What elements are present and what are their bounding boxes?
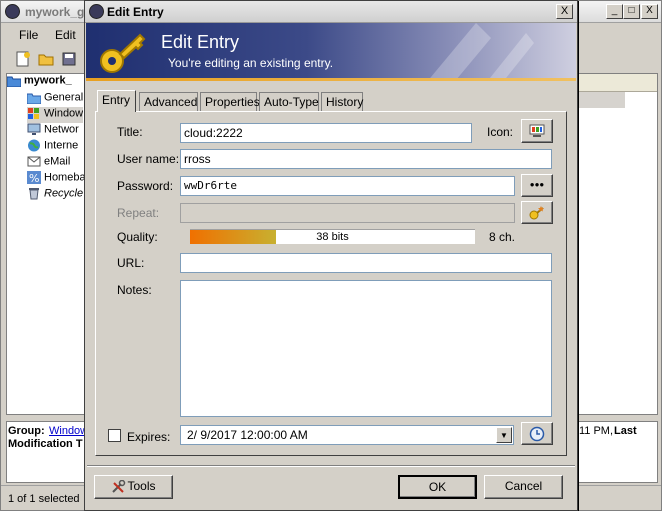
expires-label: Expires: bbox=[127, 430, 171, 444]
entry-list bbox=[576, 73, 658, 415]
banner-title: Edit Entry bbox=[161, 32, 240, 52]
expiry-date-value: 2/ 9/2017 12:00:00 AM bbox=[187, 428, 308, 442]
tree-item-label: Networ bbox=[44, 123, 79, 136]
percent-icon: % bbox=[27, 171, 41, 184]
main-close-button[interactable]: X bbox=[641, 4, 658, 19]
key-generator-icon bbox=[529, 206, 544, 220]
url-input[interactable] bbox=[180, 253, 552, 273]
repeat-label: Repeat: bbox=[117, 206, 160, 220]
title-input[interactable]: cloud:2222 bbox=[180, 123, 472, 143]
entry-list-header bbox=[577, 74, 657, 92]
show-password-button[interactable]: ●●● bbox=[521, 174, 553, 197]
tree-item-label: Interne bbox=[44, 139, 79, 152]
url-label: URL: bbox=[117, 256, 145, 270]
folder-icon bbox=[27, 93, 41, 104]
dialog-title: Edit Entry bbox=[107, 5, 164, 19]
expiry-presets-button[interactable] bbox=[521, 422, 553, 445]
open-folder-icon[interactable] bbox=[38, 51, 54, 67]
tree-item-label: mywork_ bbox=[24, 74, 72, 87]
new-database-icon[interactable] bbox=[15, 51, 31, 67]
globe-icon bbox=[28, 139, 40, 152]
banner-subtitle: You're editing an existing entry. bbox=[168, 56, 334, 70]
quality-label: Quality: bbox=[117, 230, 158, 244]
footer-divider bbox=[87, 465, 575, 467]
notes-textarea[interactable] bbox=[180, 280, 552, 417]
group-tree: mywork_ General Window Networ Interne eM… bbox=[6, 73, 86, 415]
tree-item-windows[interactable]: Window bbox=[27, 107, 84, 123]
tools-icon bbox=[112, 479, 126, 493]
expiry-date-picker[interactable]: 2/ 9/2017 12:00:00 AM ▼ bbox=[180, 425, 514, 445]
tab-auto-type[interactable]: Auto-Type bbox=[259, 92, 319, 111]
expires-checkbox[interactable] bbox=[108, 429, 121, 442]
modification-label: Modification T bbox=[8, 438, 83, 450]
maximize-button[interactable]: □ bbox=[623, 4, 640, 19]
app-lock-icon bbox=[5, 4, 20, 19]
tab-entry[interactable]: Entry bbox=[97, 90, 136, 112]
tree-item-label: Homeba bbox=[44, 171, 86, 184]
password-input[interactable]: wwDr6rte bbox=[180, 176, 515, 196]
modification-time: 11 PM, bbox=[579, 425, 614, 437]
selected-entry-row[interactable] bbox=[577, 92, 625, 108]
cancel-button[interactable]: Cancel bbox=[484, 475, 563, 499]
tree-item-homebanking[interactable]: % Homeba bbox=[27, 171, 86, 187]
app-lock-icon bbox=[89, 4, 104, 19]
repeat-password-input[interactable] bbox=[180, 203, 515, 223]
main-toolbar bbox=[1, 45, 91, 73]
tree-item-root[interactable]: mywork_ bbox=[7, 74, 72, 90]
windows-icon bbox=[28, 108, 39, 119]
last-label: Last bbox=[614, 425, 637, 437]
menu-bar: File Edit bbox=[1, 23, 91, 45]
tree-item-recycle-bin[interactable]: Recycle bbox=[27, 187, 83, 203]
recycle-bin-icon bbox=[29, 188, 39, 200]
tree-item-label: Window bbox=[44, 107, 84, 120]
username-input[interactable]: rross bbox=[180, 149, 552, 169]
minimize-button[interactable]: _ bbox=[606, 4, 623, 19]
group-label: Group: bbox=[8, 425, 45, 437]
main-window-title: mywork_g bbox=[25, 5, 85, 19]
entry-tab-panel: Title: cloud:2222 Icon: User name: rross… bbox=[95, 111, 567, 456]
email-icon bbox=[27, 156, 41, 167]
icon-label: Icon: bbox=[487, 125, 514, 139]
banner-decoration-icon bbox=[427, 23, 534, 81]
menu-edit[interactable]: Edit bbox=[55, 28, 76, 42]
tree-item-internet[interactable]: Interne bbox=[27, 139, 78, 155]
tree-item-label: eMail bbox=[44, 155, 71, 168]
status-text: 1 of 1 selected bbox=[8, 493, 80, 505]
tab-history[interactable]: History bbox=[321, 92, 363, 111]
computer-icon bbox=[529, 124, 545, 137]
tab-advanced[interactable]: Advanced bbox=[139, 92, 198, 111]
tools-button-label: Tools bbox=[127, 479, 156, 493]
username-label: User name: bbox=[117, 152, 180, 166]
dialog-close-button[interactable]: X bbox=[556, 4, 573, 19]
tree-item-label: General bbox=[44, 91, 84, 104]
network-icon bbox=[27, 123, 41, 135]
tab-properties[interactable]: Properties bbox=[200, 92, 260, 111]
menu-file[interactable]: File bbox=[19, 28, 38, 42]
icon-picker-button[interactable] bbox=[521, 119, 553, 143]
ok-button[interactable]: OK bbox=[398, 475, 477, 499]
title-label: Title: bbox=[117, 125, 143, 139]
notes-label: Notes: bbox=[117, 283, 152, 297]
group-link[interactable]: Window bbox=[49, 425, 88, 437]
tree-item-network[interactable]: Networ bbox=[27, 123, 79, 139]
dialog-titlebar: Edit Entry X bbox=[85, 1, 577, 23]
quality-bits: 38 bits bbox=[316, 231, 349, 243]
dialog-banner: Edit Entry You're editing an existing en… bbox=[86, 23, 576, 81]
tree-item-general[interactable]: General bbox=[27, 91, 83, 107]
save-icon[interactable] bbox=[61, 51, 77, 67]
edit-entry-dialog: Edit Entry X Edit Entry You're editing a… bbox=[84, 0, 578, 511]
open-folder-icon bbox=[7, 76, 21, 87]
tools-button[interactable]: Tools bbox=[94, 475, 173, 499]
banner-stripe bbox=[86, 78, 576, 81]
dropdown-arrow-icon[interactable]: ▼ bbox=[496, 427, 512, 443]
quality-meter: 38 bits bbox=[190, 229, 475, 244]
generate-password-button[interactable] bbox=[521, 201, 553, 224]
tree-item-label: Recycle bbox=[44, 187, 84, 200]
password-label: Password: bbox=[117, 179, 174, 193]
quality-char-count: 8 ch. bbox=[489, 230, 516, 244]
key-icon bbox=[100, 33, 146, 73]
tree-item-email[interactable]: eMail bbox=[27, 155, 70, 171]
clock-icon bbox=[529, 426, 545, 442]
svg-text:%: % bbox=[29, 172, 39, 184]
